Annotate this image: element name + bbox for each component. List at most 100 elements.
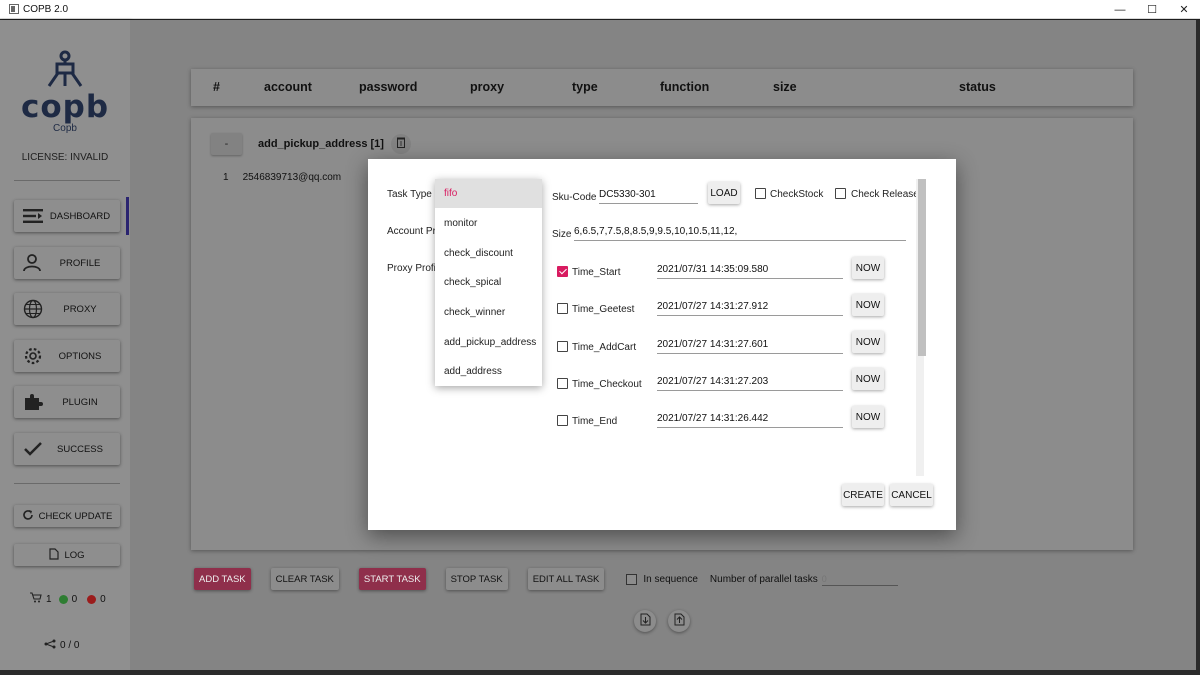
close-button[interactable]: ✕ [1168, 0, 1200, 19]
create-button[interactable]: CREATE [842, 484, 884, 506]
nav-dashboard[interactable]: DASHBOARD [14, 200, 120, 232]
check-release-label: Check Release [851, 189, 919, 200]
time-end-label: Time_End [572, 416, 618, 427]
time-end-checkbox[interactable] [557, 415, 568, 426]
cancel-button[interactable]: CANCEL [890, 484, 933, 506]
dropdown-option-check-discount[interactable]: check_discount [435, 239, 542, 268]
time-end-input[interactable]: 2021/07/27 14:31:26.442 [657, 413, 843, 428]
dropdown-option-check-winner[interactable]: check_winner [435, 298, 542, 327]
check-update-button[interactable]: CHECK UPDATE [14, 505, 120, 527]
group-collapse-button[interactable]: - [211, 133, 242, 155]
trash-icon [397, 137, 405, 151]
column-header: size [773, 80, 797, 94]
time-geetest-input[interactable]: 2021/07/27 14:31:27.912 [657, 301, 843, 316]
column-header: type [572, 80, 598, 94]
checkstock-label: CheckStock [770, 189, 824, 200]
time-addcart-now-button[interactable]: NOW [852, 331, 884, 353]
nav-plugin[interactable]: PLUGIN [14, 386, 120, 418]
edit-all-task-button[interactable]: EDIT ALL TASK [527, 568, 605, 590]
puzzle-icon [18, 392, 48, 412]
dropdown-option-fifo[interactable]: fifo [435, 179, 542, 208]
window-controls: — ☐ ✕ [1104, 0, 1200, 19]
table-row[interactable]: 1 2546839713@qq.com [223, 172, 341, 183]
dropdown-option-monitor[interactable]: monitor [435, 209, 542, 238]
nav-label: PROFILE [59, 257, 101, 269]
profile-icon [18, 254, 48, 272]
import-button[interactable] [634, 610, 656, 632]
divider [14, 483, 120, 484]
time-checkout-now-button[interactable]: NOW [852, 368, 884, 390]
time-checkout-checkbox[interactable] [557, 378, 568, 389]
column-header: password [359, 80, 418, 94]
check-release-checkbox[interactable] [835, 188, 846, 199]
cart-count: 1 [46, 593, 52, 605]
time-end-now-button[interactable]: NOW [852, 406, 884, 428]
start-task-button[interactable]: START TASK [358, 568, 426, 590]
active-indicator [126, 197, 129, 235]
logo: copb Copb [20, 50, 110, 134]
maximize-button[interactable]: ☐ [1136, 0, 1168, 19]
time-geetest-label: Time_Geetest [572, 304, 635, 315]
dashboard-icon [18, 209, 48, 223]
in-sequence-checkbox[interactable] [626, 573, 638, 585]
task-type-label: Task Type [387, 189, 432, 200]
time-geetest-now-button[interactable]: NOW [852, 294, 884, 316]
nav-success[interactable]: SUCCESS [14, 433, 120, 465]
column-header: # [213, 80, 220, 94]
dropdown-option-check-spical[interactable]: check_spical [435, 268, 542, 297]
dropdown-option-add-pickup-address[interactable]: add_pickup_address [435, 328, 542, 357]
time-geetest-checkbox[interactable] [557, 303, 568, 314]
document-icon [49, 547, 60, 563]
time-start-now-button[interactable]: NOW [852, 257, 884, 279]
time-addcart-input[interactable]: 2021/07/27 14:31:27.601 [657, 339, 843, 354]
checkstock-checkbox[interactable] [755, 188, 766, 199]
minimize-button[interactable]: — [1104, 0, 1136, 19]
divider [14, 180, 120, 181]
proxy-stats: 0 / 0 [44, 639, 79, 652]
clear-task-button[interactable]: CLEAR TASK [270, 568, 339, 590]
log-label: LOG [64, 549, 85, 561]
nav-label: DASHBOARD [49, 210, 111, 222]
time-start-checkbox[interactable] [557, 266, 568, 277]
size-input[interactable]: 6,6.5,7,7.5,8,8.5,9,9.5,10,10.5,11,12, [574, 226, 906, 241]
load-button[interactable]: LOAD [708, 182, 740, 204]
title-bar: COPB 2.0 — ☐ ✕ [0, 0, 1200, 19]
check-icon [18, 441, 48, 457]
nav-profile[interactable]: PROFILE [14, 247, 120, 279]
import-icon [640, 613, 651, 629]
nav-proxy[interactable]: PROXY [14, 293, 120, 325]
time-start-input[interactable]: 2021/07/31 14:35:09.580 [657, 264, 843, 279]
time-checkout-input[interactable]: 2021/07/27 14:31:27.203 [657, 376, 843, 391]
log-button[interactable]: LOG [14, 544, 120, 566]
network-icon [44, 639, 56, 652]
green-status-icon [58, 594, 68, 604]
in-sequence-label: In sequence [643, 573, 698, 585]
dialog-scrollbar-thumb[interactable] [918, 179, 926, 356]
refresh-icon [22, 509, 34, 524]
row-index: 1 [223, 172, 229, 183]
window-edge [0, 670, 1200, 675]
time-checkout-label: Time_Checkout [572, 379, 642, 390]
parallel-tasks-label: Number of parallel tasks [709, 573, 818, 585]
account-profile-label: Account Pr [387, 226, 436, 237]
sidebar: copb Copb LICENSE: INVALID DASHBOARD PRO… [0, 20, 130, 670]
task-toolbar: ADD TASK CLEAR TASK START TASK STOP TASK… [194, 568, 898, 590]
task-table-header: # account password proxy type function s… [191, 69, 1133, 106]
dropdown-option-add-address[interactable]: add_address [435, 357, 542, 386]
window-title: COPB 2.0 [23, 3, 69, 15]
time-addcart-checkbox[interactable] [557, 341, 568, 352]
row-account: 2546839713@qq.com [242, 172, 342, 183]
export-button[interactable] [668, 610, 690, 632]
parallel-tasks-input[interactable] [821, 572, 898, 586]
delete-group-button[interactable] [391, 134, 411, 154]
sku-code-input[interactable]: DC5330-301 [599, 189, 698, 204]
window-edge [1196, 20, 1200, 670]
nav-label: OPTIONS [58, 350, 102, 362]
nav-options[interactable]: OPTIONS [14, 340, 120, 372]
red-count: 0 [100, 593, 106, 605]
add-task-button[interactable]: ADD TASK [194, 568, 251, 590]
time-start-label: Time_Start [572, 267, 621, 278]
logo-text: copb [20, 89, 110, 125]
column-header: function [660, 80, 710, 94]
stop-task-button[interactable]: STOP TASK [445, 568, 508, 590]
